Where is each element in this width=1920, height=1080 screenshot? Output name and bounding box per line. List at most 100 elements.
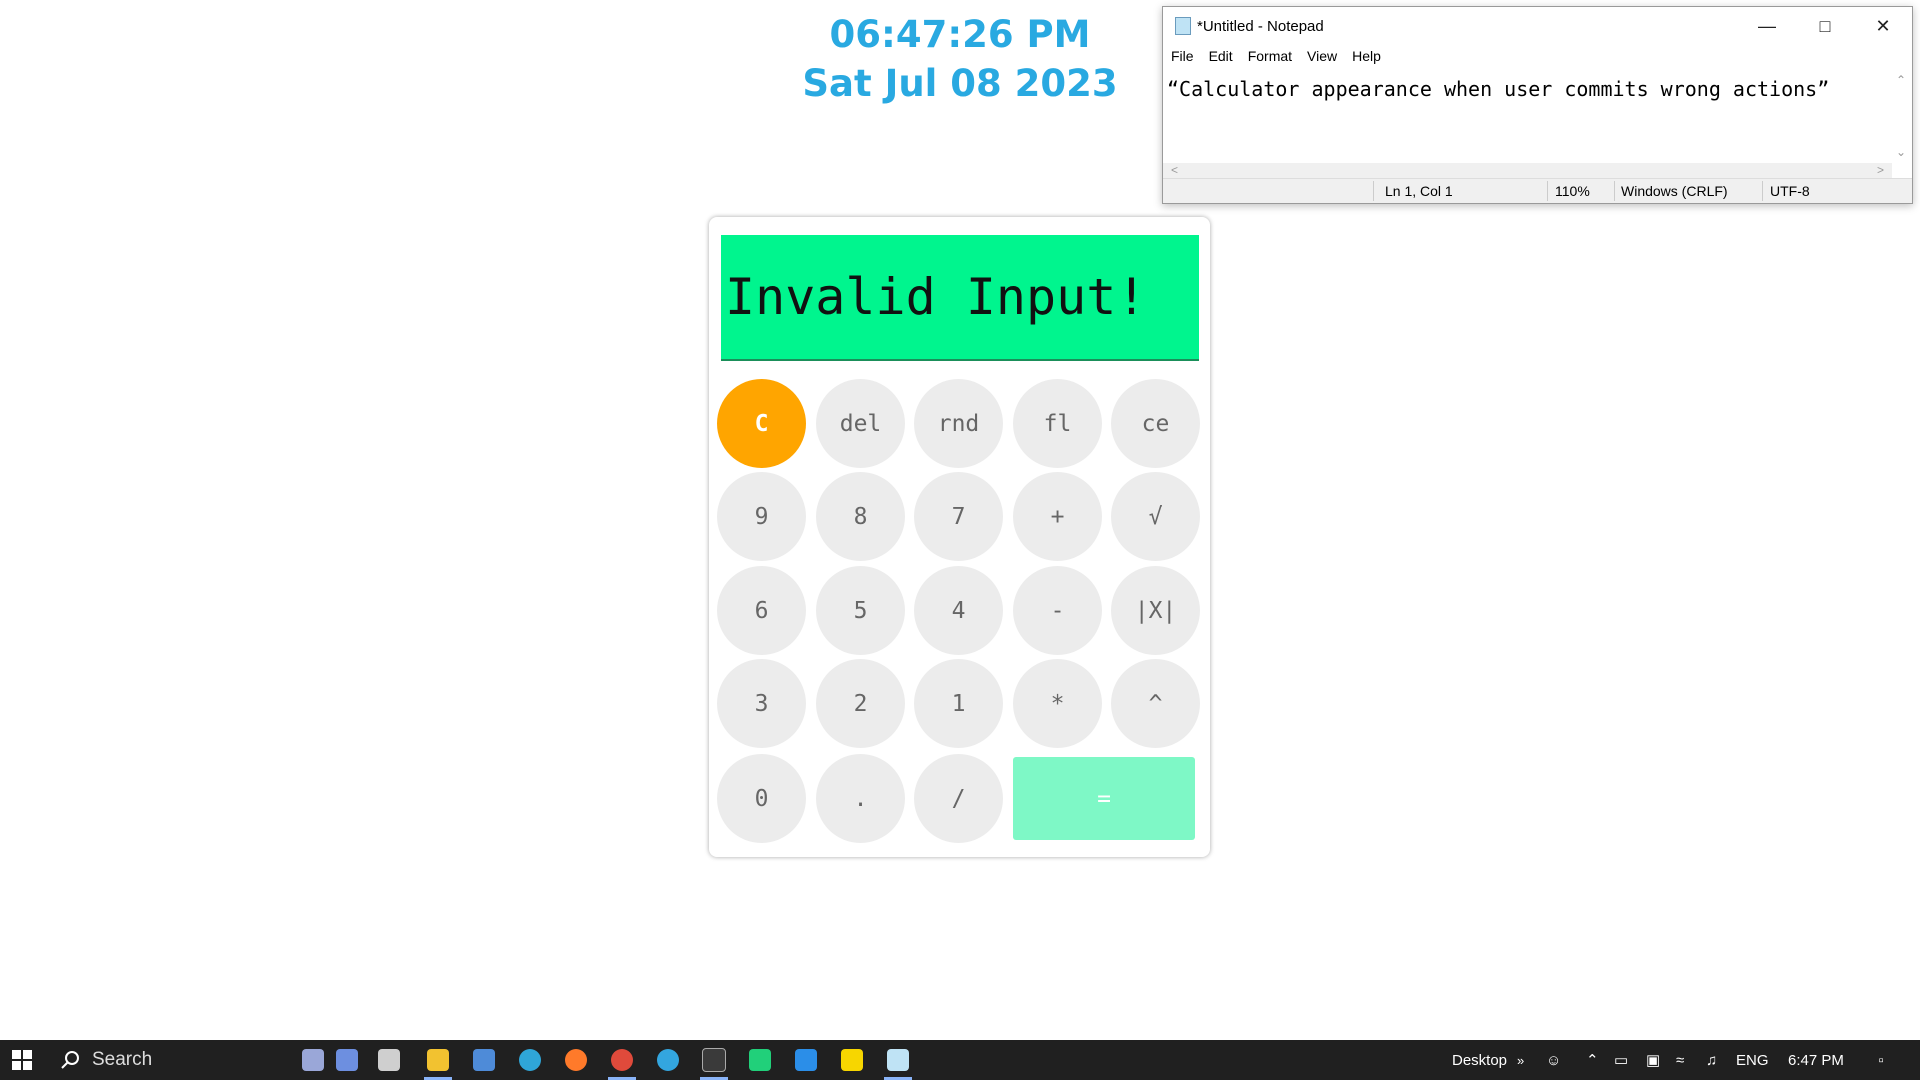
desktop-label: Desktop <box>1452 1051 1508 1069</box>
notepad-window: *Untitled - Notepad — □ ✕ File Edit Form… <box>1162 6 1913 204</box>
equals-button[interactable]: = <box>1013 757 1195 840</box>
digit-2-button[interactable]: 2 <box>816 659 905 748</box>
subtract-button[interactable]: - <box>1013 566 1102 655</box>
clear-entry-button[interactable]: ce <box>1111 379 1200 468</box>
vscode-icon <box>795 1049 817 1071</box>
search-placeholder: Search <box>92 1049 153 1070</box>
sticky-notes-taskbar-button[interactable] <box>830 1040 874 1080</box>
scroll-down-icon[interactable]: ⌄ <box>1896 145 1906 159</box>
text-editor[interactable]: “Calculator appearance when user commits… <box>1163 69 1892 163</box>
notepad-icon <box>887 1049 909 1071</box>
scroll-right-icon[interactable]: > <box>1877 163 1884 177</box>
status-encoding: UTF-8 <box>1770 183 1810 199</box>
language-indicator[interactable]: ENG <box>1736 1040 1769 1080</box>
notepad-taskbar-button[interactable] <box>876 1040 920 1080</box>
menu-bar: File Edit Format View Help <box>1163 45 1912 67</box>
chrome-taskbar-button[interactable] <box>600 1040 644 1080</box>
status-divider <box>1614 181 1615 201</box>
firefox-icon <box>565 1049 587 1071</box>
menu-format[interactable]: Format <box>1248 48 1292 64</box>
chrome-icon <box>611 1049 633 1071</box>
abs-button[interactable]: |X| <box>1111 566 1200 655</box>
scroll-left-icon[interactable]: < <box>1171 163 1178 177</box>
microsoft-store-icon <box>473 1049 495 1071</box>
title-bar[interactable]: *Untitled - Notepad — □ ✕ <box>1163 7 1912 45</box>
round-button[interactable]: rnd <box>914 379 1003 468</box>
headset-icon <box>336 1049 358 1071</box>
menu-edit[interactable]: Edit <box>1209 48 1233 64</box>
status-position: Ln 1, Col 1 <box>1385 183 1453 199</box>
divide-button[interactable]: / <box>914 754 1003 843</box>
telegram-taskbar-button[interactable] <box>646 1040 690 1080</box>
sticky-notes-icon <box>841 1049 863 1071</box>
windows-icon <box>12 1050 32 1070</box>
firefox-taskbar-button[interactable] <box>554 1040 598 1080</box>
status-bar: Ln 1, Col 1 110% Windows (CRLF) UTF-8 <box>1163 178 1912 203</box>
calculator: Invalid Input! Cdel rnd fl ce 9 8 7 + √ 6 5 4- |X| 3 2… <box>709 217 1210 857</box>
taskbar: Search Desktop » ☺ ⌃ ▭ ▣ ≈ ♫ ENG 6:47 PM… <box>0 1040 1920 1080</box>
decimal-button[interactable]: . <box>816 754 905 843</box>
status-divider <box>1762 181 1763 201</box>
terminal-icon <box>702 1048 726 1072</box>
desktop-toolbar[interactable]: Desktop » <box>1452 1040 1524 1080</box>
status-divider <box>1373 181 1374 201</box>
menu-help[interactable]: Help <box>1352 48 1381 64</box>
wifi-icon[interactable]: ≈ <box>1676 1040 1684 1080</box>
status-zoom: 110% <box>1555 183 1590 199</box>
sqrt-button[interactable]: √ <box>1111 472 1200 561</box>
game-controller-icon <box>302 1049 324 1071</box>
pycharm-icon <box>749 1049 771 1071</box>
volume-icon[interactable]: ♫ <box>1706 1040 1717 1080</box>
window-title: *Untitled - Notepad <box>1197 17 1324 35</box>
digit-9-button[interactable]: 9 <box>717 472 806 561</box>
clear-button[interactable]: C <box>717 379 806 468</box>
digit-6-button[interactable]: 6 <box>717 566 806 655</box>
digit-5-button[interactable]: 5 <box>816 566 905 655</box>
scroll-up-icon[interactable]: ⌃ <box>1896 73 1906 87</box>
telegram-icon <box>657 1049 679 1071</box>
floor-button[interactable]: fl <box>1013 379 1102 468</box>
vertical-scrollbar[interactable]: ⌃ ⌄ <box>1892 69 1912 163</box>
maximize-button[interactable]: □ <box>1796 7 1854 45</box>
edge-icon <box>519 1049 541 1071</box>
task-view-icon <box>378 1049 400 1071</box>
status-line-ending: Windows (CRLF) <box>1621 183 1728 199</box>
edge-taskbar-button[interactable] <box>508 1040 552 1080</box>
multiply-button[interactable]: * <box>1013 659 1102 748</box>
headset-taskbar-button[interactable] <box>325 1040 369 1080</box>
digit-3-button[interactable]: 3 <box>717 659 806 748</box>
microsoft-store-taskbar-button[interactable] <box>462 1040 506 1080</box>
pycharm-taskbar-button[interactable] <box>738 1040 782 1080</box>
people-icon[interactable]: ☺ <box>1546 1040 1561 1080</box>
minimize-button[interactable]: — <box>1738 7 1796 45</box>
calculator-display: Invalid Input! <box>721 235 1199 361</box>
file-explorer-icon <box>427 1049 449 1071</box>
digit-1-button[interactable]: 1 <box>914 659 1003 748</box>
menu-file[interactable]: File <box>1171 48 1194 64</box>
notepad-icon <box>1175 17 1191 35</box>
digit-4-button[interactable]: 4 <box>914 566 1003 655</box>
file-explorer-taskbar-button[interactable] <box>416 1040 460 1080</box>
vscode-taskbar-button[interactable] <box>784 1040 828 1080</box>
close-button[interactable]: ✕ <box>1854 7 1912 45</box>
chevron-right-icon: » <box>1517 1052 1525 1068</box>
search-box[interactable]: Search <box>48 1040 288 1080</box>
digit-8-button[interactable]: 8 <box>816 472 905 561</box>
terminal-taskbar-button[interactable] <box>692 1040 736 1080</box>
digit-0-button[interactable]: 0 <box>717 754 806 843</box>
delete-button[interactable]: del <box>816 379 905 468</box>
chevron-up-icon[interactable]: ⌃ <box>1586 1040 1599 1080</box>
meet-now-icon[interactable]: ▣ <box>1646 1040 1660 1080</box>
status-divider <box>1547 181 1548 201</box>
power-button[interactable]: ^ <box>1111 659 1200 748</box>
search-icon <box>61 1051 79 1069</box>
digit-7-button[interactable]: 7 <box>914 472 1003 561</box>
display-text: Invalid Input! <box>725 268 1147 326</box>
battery-icon[interactable]: ▭ <box>1614 1040 1628 1080</box>
notifications-icon[interactable]: ▫ <box>1866 1040 1896 1080</box>
taskbar-clock[interactable]: 6:47 PM <box>1788 1040 1844 1080</box>
menu-view[interactable]: View <box>1307 48 1337 64</box>
add-button[interactable]: + <box>1013 472 1102 561</box>
task-view-taskbar-button[interactable] <box>367 1040 411 1080</box>
start-button[interactable] <box>0 1040 44 1080</box>
